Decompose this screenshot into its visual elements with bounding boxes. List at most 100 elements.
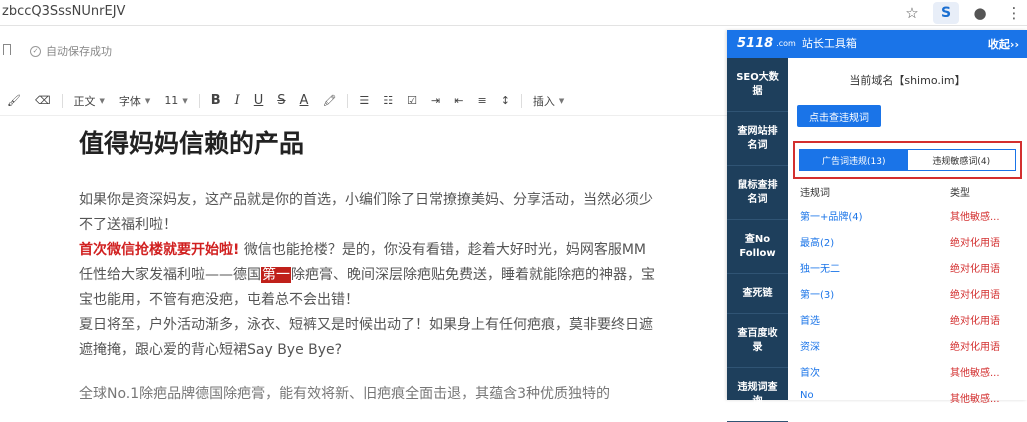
table-row[interactable]: No 其他敏感... <box>800 384 1020 410</box>
save-status-text: 自动保存成功 <box>46 45 112 58</box>
paragraph-summer[interactable]: 夏日将至，户外活动渐多，泳衣、短裤又是时候出动了！如果身上有任何疤痕，莫非要终日… <box>79 313 659 363</box>
font-family-select[interactable]: 字体 ▼ <box>112 93 157 109</box>
chevron-down-icon: ▼ <box>182 96 188 105</box>
violations-table-header: 违规词 类型 <box>800 182 1020 200</box>
toolbar-divider <box>520 93 522 108</box>
violation-tabs: 广告词违规(13) 违规敏感词(4) <box>799 149 1016 171</box>
star-icon[interactable]: ☆ <box>899 2 925 24</box>
selected-violation-text[interactable]: 第一 <box>261 267 291 283</box>
violation-word[interactable]: 独一无二 <box>800 260 840 275</box>
nav-item-nofollow[interactable]: 查No Follow <box>727 220 788 274</box>
save-status: ✓ 自动保存成功 <box>30 43 112 59</box>
underline-button[interactable]: U <box>247 93 271 108</box>
violation-type: 绝对化用语 <box>950 264 1000 275</box>
plugin-logo: 5118 .com 站长工具箱 <box>737 35 857 51</box>
strikethrough-button[interactable]: S <box>270 93 292 108</box>
table-row[interactable]: 第一(3) 绝对化用语 <box>800 280 1020 306</box>
bullet-list-icon[interactable]: ☷ <box>376 94 400 107</box>
paragraph-style-select[interactable]: 正文 ▼ <box>67 93 112 109</box>
extension-s-icon[interactable]: S <box>933 2 959 24</box>
indent-decrease-icon[interactable]: ⇤ <box>447 94 470 107</box>
current-domain: 当前域名【shimo.im】 <box>849 74 966 87</box>
document-title[interactable]: 值得妈妈信赖的产品 <box>79 124 304 160</box>
editor-toolbar: 🖌 ⌫ 正文 ▼ 字体 ▼ 11 ▼ B I U S A 🖍 ☰ ☷ ☑ ⇥ ⇤ ≡ … <box>0 86 730 116</box>
browser-url-bar[interactable]: zbccQ3SssNUnrEJV ☆ S ● ⋮ <box>0 0 1027 26</box>
violation-type: 绝对化用语 <box>950 290 1000 301</box>
chevron-down-icon: ▼ <box>99 96 105 105</box>
violations-table: 第一+品牌(4) 其他敏感... 最高(2) 绝对化用语 独一无二 绝对化用语 第一(… <box>800 202 1020 410</box>
tab-sensitive-words[interactable]: 违规敏感词(4) <box>907 150 1015 170</box>
nav-item-baidu-index[interactable]: 查百度收录 <box>727 314 788 368</box>
tab-ad-violations[interactable]: 广告词违规(13) <box>800 150 908 170</box>
ordered-list-icon[interactable]: ☰ <box>352 94 376 107</box>
check-icon: ✓ <box>30 45 41 57</box>
violation-type: 绝对化用语 <box>950 316 1000 327</box>
insert-label: 插入 <box>532 94 555 108</box>
plugin-sidebar: 5118 .com 站长工具箱 收起›› SEO大数据 查网站排名词 鼠标查排名… <box>727 30 1027 422</box>
eraser-icon[interactable]: ⌫ <box>28 94 58 107</box>
font-size-label: 11 <box>164 94 179 107</box>
table-row[interactable]: 资深 绝对化用语 <box>800 332 1020 358</box>
document-editor[interactable]: 值得妈妈信赖的产品 如果你是资深妈友，这产品就是你的首选，小编们除了日常撩撩美妈… <box>0 116 727 402</box>
table-row[interactable]: 第一+品牌(4) 其他敏感... <box>800 202 1020 228</box>
paint-format-icon[interactable]: 🖌 <box>0 94 28 107</box>
violation-type: 其他敏感... <box>950 368 1000 379</box>
plugin-content: 当前域名【shimo.im】 点击查违规词 广告词违规(13) 违规敏感词(4)… <box>788 58 1027 405</box>
toolbar-divider <box>198 93 200 108</box>
paragraph-intro[interactable]: 如果你是资深妈友，这产品就是你的首选，小编们除了日常撩撩美妈、分享活动，当然必须… <box>79 188 659 238</box>
plugin-nav: SEO大数据 查网站排名词 鼠标查排名词 查No Follow 查死链 查百度收… <box>727 58 788 422</box>
bold-button[interactable]: B <box>204 93 228 108</box>
align-icon[interactable]: ≡ <box>470 94 493 107</box>
plugin-header: 5118 .com 站长工具箱 收起›› <box>727 30 1027 58</box>
nav-item-violation-check[interactable]: 违规词查询 <box>727 368 788 422</box>
chevron-down-icon: ▼ <box>144 96 151 105</box>
paragraph-style-label: 正文 <box>73 94 96 108</box>
event-heading-text: 首次微信抢楼就要开始啦! <box>79 242 240 258</box>
violation-tabs-frame: 广告词违规(13) 违规敏感词(4) <box>793 141 1022 179</box>
violation-word[interactable]: 第一+品牌(4) <box>800 208 863 223</box>
indent-increase-icon[interactable]: ⇥ <box>424 94 447 107</box>
violation-word[interactable]: 最高(2) <box>800 234 834 249</box>
toolbar-divider <box>347 93 349 108</box>
violation-word[interactable]: 第一(3) <box>800 286 834 301</box>
bookmark-icon[interactable] <box>3 44 11 55</box>
url-text[interactable]: zbccQ3SssNUnrEJV <box>2 4 125 19</box>
line-height-icon[interactable]: ↕ <box>494 94 517 107</box>
chevron-down-icon: ▼ <box>558 96 565 105</box>
checklist-icon[interactable]: ☑ <box>400 94 424 107</box>
table-row[interactable]: 最高(2) 绝对化用语 <box>800 228 1020 254</box>
violation-type: 绝对化用语 <box>950 342 1000 353</box>
account-icon[interactable]: ● <box>967 2 993 24</box>
insert-menu[interactable]: 插入 ▼ <box>526 93 571 109</box>
collapse-button[interactable]: 收起›› <box>988 36 1019 52</box>
toolbar-divider <box>61 93 63 108</box>
violation-word[interactable]: 首次 <box>800 364 820 379</box>
column-header-word: 违规词 <box>800 188 830 199</box>
violation-word[interactable]: 首选 <box>800 312 820 327</box>
paragraph-event[interactable]: 首次微信抢楼就要开始啦! 微信也能抢楼？是的，你没有看错，趁着大好时光，妈网客服… <box>79 238 659 313</box>
table-row[interactable]: 首次 其他敏感... <box>800 358 1020 384</box>
italic-button[interactable]: I <box>228 93 247 108</box>
paragraph-brand[interactable]: 全球No.1除疤品牌德国除疤膏，能有效将新、旧疤痕全面击退，其蕴含3种优质独特的 <box>79 382 659 407</box>
violation-type: 绝对化用语 <box>950 238 1000 249</box>
nav-item-dead-links[interactable]: 查死链 <box>727 274 788 314</box>
font-color-button[interactable]: A <box>293 93 316 108</box>
table-row[interactable]: 首选 绝对化用语 <box>800 306 1020 332</box>
font-size-select[interactable]: 11 ▼ <box>157 94 194 107</box>
logo-text: 站长工具箱 <box>801 37 857 50</box>
logo-mark: 5118 <box>737 35 774 51</box>
font-family-label: 字体 <box>118 94 141 108</box>
nav-item-seo-data[interactable]: SEO大数据 <box>727 58 788 112</box>
violation-type: 其他敏感... <box>950 212 1000 223</box>
table-row[interactable]: 独一无二 绝对化用语 <box>800 254 1020 280</box>
highlight-icon[interactable]: 🖍 <box>315 94 343 107</box>
check-violations-button[interactable]: 点击查违规词 <box>797 105 881 127</box>
nav-item-mouse-rank[interactable]: 鼠标查排名词 <box>727 166 788 220</box>
logo-dotcom: .com <box>776 38 796 48</box>
violation-word[interactable]: No <box>800 390 814 401</box>
column-header-type: 类型 <box>950 188 970 199</box>
violation-word[interactable]: 资深 <box>800 338 820 353</box>
save-status-bar: ✓ 自动保存成功 <box>0 38 730 68</box>
more-icon[interactable]: ⋮ <box>1001 2 1027 24</box>
nav-item-site-rank[interactable]: 查网站排名词 <box>727 112 788 166</box>
